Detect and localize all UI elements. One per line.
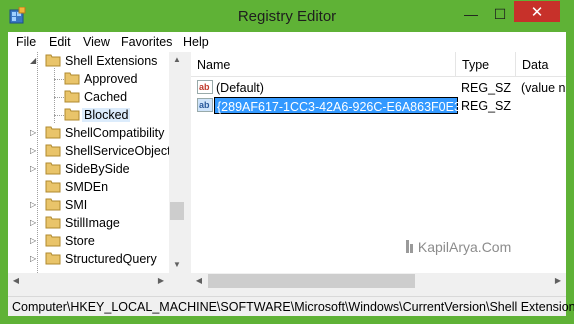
menu-favorites[interactable]: Favorites (121, 35, 172, 49)
column-header-data[interactable]: Data (516, 52, 566, 77)
value-type: REG_SZ (461, 99, 512, 113)
tree-item-label: SMDEn (65, 180, 109, 194)
column-header-name[interactable]: Name (191, 52, 456, 77)
values-horizontal-scrollbar[interactable]: ◀ ▶ (191, 273, 566, 290)
tree-item-structuredquery[interactable]: ▷ StructuredQuery (8, 250, 185, 268)
tree-item-smi[interactable]: ▷ SMI (8, 196, 185, 214)
tree-item-label: ShellCompatibility (65, 126, 165, 140)
folder-icon (45, 126, 61, 139)
scroll-left-arrow-icon[interactable]: ◀ (8, 273, 24, 289)
expand-arrow-icon[interactable]: ▷ (30, 165, 38, 173)
value-row-default[interactable]: ab (Default) REG_SZ (value no (191, 79, 566, 97)
folder-icon (45, 252, 61, 265)
tree-item-sidebyside[interactable]: ▷ SideBySide (8, 160, 185, 178)
menu-edit[interactable]: Edit (49, 35, 71, 49)
expand-arrow-icon[interactable]: ▷ (30, 129, 38, 137)
menu-view[interactable]: View (83, 35, 110, 49)
tree-vertical-scrollbar[interactable]: ▲ ▼ (169, 52, 185, 273)
folder-icon (64, 90, 80, 103)
tree-item-shell-extensions[interactable]: ◢ Shell Extensions (8, 52, 185, 70)
expand-arrow-icon[interactable]: ▷ (30, 147, 38, 155)
tree-item-label: Approved (84, 72, 138, 86)
tree-item-approved[interactable]: Approved (8, 70, 185, 88)
key-tree[interactable]: ◢ Shell Extensions Approved Cached Block… (8, 52, 185, 273)
tree-item-store[interactable]: ▷ Store (8, 232, 185, 250)
folder-icon (64, 72, 80, 85)
tree-horizontal-scrollbar[interactable]: ◀ ▶ (8, 273, 185, 290)
scroll-right-arrow-icon[interactable]: ▶ (153, 273, 169, 289)
scroll-thumb[interactable] (170, 202, 184, 220)
tree-item-stillimage[interactable]: ▷ StillImage (8, 214, 185, 232)
scroll-up-arrow-icon[interactable]: ▲ (169, 52, 185, 68)
expand-arrow-icon[interactable]: ▷ (30, 255, 38, 263)
tree-item-label: Store (65, 234, 95, 248)
registry-editor-window: Registry Editor — ☐ ✕ File Edit View Fav… (0, 0, 574, 324)
watermark: KapilArya.Com (406, 239, 511, 255)
folder-icon (45, 162, 61, 175)
value-name: (Default) (216, 81, 264, 95)
folder-icon (45, 144, 61, 157)
tree-item-label: Shell Extensions (65, 54, 158, 68)
value-row-new[interactable]: ab {289AF617-1CC3-42A6-926C-E6A863F0E3BA… (191, 97, 566, 115)
expand-arrow-icon[interactable]: ▷ (30, 237, 38, 245)
folder-icon (45, 198, 61, 211)
status-path: Computer\HKEY_LOCAL_MACHINE\SOFTWARE\Mic… (12, 300, 574, 314)
status-bar: Computer\HKEY_LOCAL_MACHINE\SOFTWARE\Mic… (8, 296, 574, 316)
string-value-icon: ab (197, 98, 213, 112)
value-data: (value no (521, 81, 566, 95)
tree-item-label: SMI (65, 198, 88, 212)
menu-help[interactable]: Help (183, 35, 209, 49)
folder-icon (45, 234, 61, 247)
title-bar[interactable]: Registry Editor — ☐ ✕ (0, 0, 574, 32)
close-button[interactable]: ✕ (514, 1, 560, 22)
tree-item-cached[interactable]: Cached (8, 88, 185, 106)
tree-item-shellcompatibility[interactable]: ▷ ShellCompatibility (8, 124, 185, 142)
menu-file[interactable]: File (16, 35, 36, 49)
tree-item-blocked[interactable]: Blocked (8, 106, 185, 124)
tree-item-smden[interactable]: SMDEn (8, 178, 185, 196)
tree-item-label: Blocked (82, 108, 131, 122)
column-header-type[interactable]: Type (456, 52, 516, 77)
maximize-button[interactable]: ☐ (486, 3, 514, 25)
watermark-logo-icon (406, 239, 414, 255)
scroll-right-arrow-icon[interactable]: ▶ (550, 273, 566, 289)
tree-item-label: StructuredQuery (65, 252, 157, 266)
menu-bar: File Edit View Favorites Help (8, 32, 566, 52)
value-type: REG_SZ (461, 81, 512, 95)
value-name-edit-field[interactable]: {289AF617-1CC3-42A6-926C-E6A863F0E3BA} (214, 97, 482, 114)
tree-item-shellserviceobject[interactable]: ▷ ShellServiceObjectD (8, 142, 185, 160)
expand-arrow-icon[interactable]: ▷ (30, 219, 38, 227)
tree-item-label: Cached (84, 90, 128, 104)
watermark-text: KapilArya.Com (417, 239, 512, 255)
tree-item-label: ShellServiceObjectD (65, 144, 180, 158)
values-list[interactable]: Name Type Data ab (Default) REG_SZ (valu… (191, 52, 566, 273)
folder-icon (64, 108, 80, 121)
folder-icon (45, 180, 61, 193)
tree-item-label: SideBySide (65, 162, 130, 176)
scroll-left-arrow-icon[interactable]: ◀ (191, 273, 207, 289)
scroll-thumb[interactable] (208, 274, 415, 288)
expand-arrow-icon[interactable]: ▷ (30, 201, 38, 209)
collapse-arrow-icon[interactable]: ◢ (30, 57, 38, 65)
folder-icon (45, 216, 61, 229)
string-value-icon: ab (197, 80, 213, 94)
folder-open-icon (45, 54, 61, 67)
tree-item-label: StillImage (65, 216, 120, 230)
client-area: ◢ Shell Extensions Approved Cached Block… (8, 52, 566, 298)
scroll-down-arrow-icon[interactable]: ▼ (169, 257, 185, 273)
minimize-button[interactable]: — (456, 3, 486, 25)
